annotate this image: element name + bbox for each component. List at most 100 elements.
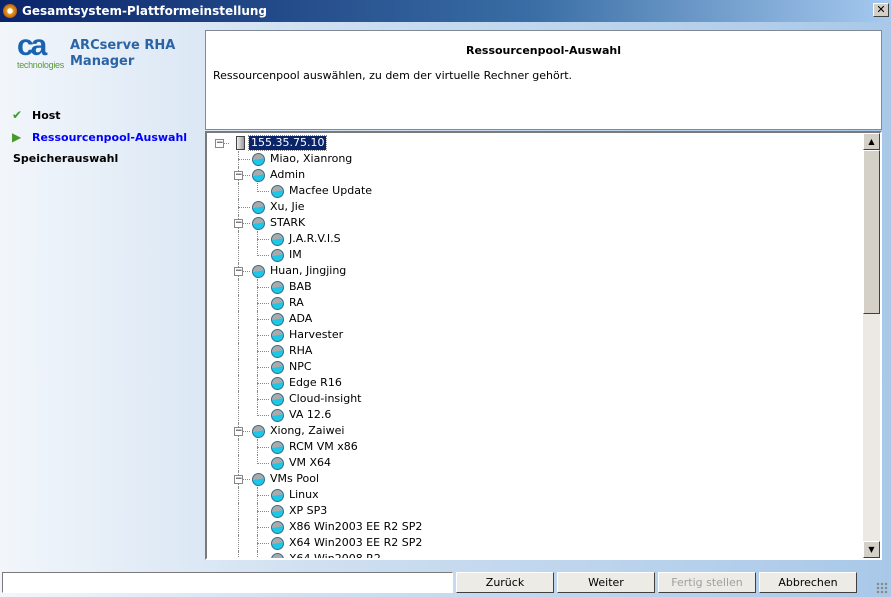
tree-item[interactable]: − Admin	[207, 167, 867, 183]
arrow-right-icon: ▶	[12, 130, 22, 144]
resource-pool-icon	[252, 473, 265, 486]
collapse-toggle[interactable]: −	[234, 171, 243, 180]
check-icon: ✔	[12, 108, 23, 122]
tree-item-label: Admin	[270, 168, 306, 181]
tree-line	[257, 255, 269, 256]
tree-item-label: X64 Win2008 R2	[289, 552, 381, 560]
resource-pool-icon	[271, 505, 284, 518]
title-bar: Gesamtsystem-Plattformeinstellung ✕	[0, 0, 891, 22]
tree-line	[257, 351, 269, 352]
tree-item-label: BAB	[289, 280, 312, 293]
scroll-thumb[interactable]	[863, 150, 880, 314]
tree-item[interactable]: RCM VM x86	[207, 439, 867, 455]
tree-item[interactable]: Cloud-insight	[207, 391, 867, 407]
tree-line	[257, 335, 269, 336]
tree-line	[238, 295, 239, 311]
tree-line	[257, 287, 269, 288]
tree-item[interactable]: VA 12.6	[207, 407, 867, 423]
next-button[interactable]: Weiter	[557, 572, 655, 593]
step-label: Ressourcenpool-Auswahl	[32, 130, 188, 144]
tree-item-label: ADA	[289, 312, 313, 325]
tree-item[interactable]: − Huan, Jingjing	[207, 263, 867, 279]
vertical-scrollbar[interactable]: ▲ ▼	[863, 133, 880, 558]
resource-pool-icon	[252, 217, 265, 230]
finish-button[interactable]: Fertig stellen	[658, 572, 756, 593]
tree-item[interactable]: X64 Win2008 R2	[207, 551, 867, 560]
tree-item-label: IM	[289, 248, 302, 261]
product-name: ARCserve RHA Manager	[70, 38, 175, 70]
tree-item-label: VA 12.6	[289, 408, 332, 421]
collapse-toggle[interactable]: −	[234, 475, 243, 484]
tree-item[interactable]: RA	[207, 295, 867, 311]
tree-item-label: Macfee Update	[289, 184, 373, 197]
tree-item[interactable]: Edge R16	[207, 375, 867, 391]
tree-item-label: VM X64	[289, 456, 332, 469]
scroll-down-button[interactable]: ▼	[863, 541, 880, 558]
tree-item[interactable]: − STARK	[207, 215, 867, 231]
resource-pool-icon	[271, 345, 284, 358]
tree-item-label: XP SP3	[289, 504, 328, 517]
tree-line	[238, 487, 239, 503]
resource-pool-icon	[271, 441, 284, 454]
cancel-button[interactable]: Abbrechen	[759, 572, 857, 593]
tree-line	[257, 511, 269, 512]
tree-item[interactable]: BAB	[207, 279, 867, 295]
resource-pool-icon	[252, 169, 265, 182]
step-label: Speicherauswahl	[13, 152, 119, 165]
app-icon	[3, 4, 17, 18]
tree-item[interactable]: XP SP3	[207, 503, 867, 519]
resource-pool-tree[interactable]: − 155.35.75.10 Miao, Xianrong − Admin Macfee …	[205, 131, 882, 560]
tree-line	[238, 439, 239, 455]
tree-item-label: RHA	[289, 344, 313, 357]
tree-item[interactable]: NPC	[207, 359, 867, 375]
collapse-toggle[interactable]: −	[215, 139, 224, 148]
tree-line	[238, 407, 239, 423]
tree-item-label: X64 Win2003 EE R2 SP2	[289, 536, 423, 549]
tree-item[interactable]: X86 Win2003 EE R2 SP2	[207, 519, 867, 535]
back-button[interactable]: Zurück	[456, 572, 554, 593]
tree-item[interactable]: − 155.35.75.10	[207, 135, 867, 151]
tree-item[interactable]: IM	[207, 247, 867, 263]
tree-line	[238, 231, 239, 247]
resource-pool-icon	[271, 281, 284, 294]
tree-line	[238, 279, 239, 295]
tree-item[interactable]: Xu, Jie	[207, 199, 867, 215]
tree-item[interactable]: RHA	[207, 343, 867, 359]
tree-item[interactable]: Macfee Update	[207, 183, 867, 199]
tree-line	[257, 239, 269, 240]
ca-logo: ca technologies	[17, 31, 64, 72]
resource-pool-icon	[252, 265, 265, 278]
close-button[interactable]: ✕	[873, 3, 889, 17]
tree-item[interactable]: Linux	[207, 487, 867, 503]
resize-grip[interactable]	[876, 582, 888, 594]
tree-item[interactable]: − VMs Pool	[207, 471, 867, 487]
tree-line	[257, 551, 258, 558]
tree-item-label: Xu, Jie	[270, 200, 305, 213]
logo-sub: technologies	[17, 60, 64, 70]
tree-line	[238, 551, 239, 558]
step-ressourcenpool: ▶ Ressourcenpool-Auswahl	[12, 130, 187, 144]
tree-line	[257, 447, 269, 448]
tree-item[interactable]: J.A.R.V.I.S	[207, 231, 867, 247]
tree-line	[238, 343, 239, 359]
tree-line	[257, 415, 269, 416]
resource-pool-icon	[271, 297, 284, 310]
tree-line	[238, 503, 239, 519]
tree-item-label: Edge R16	[289, 376, 342, 389]
collapse-toggle[interactable]: −	[234, 219, 243, 228]
tree-item[interactable]: Miao, Xianrong	[207, 151, 867, 167]
tree-item-label: Huan, Jingjing	[270, 264, 347, 277]
tree-item[interactable]: ADA	[207, 311, 867, 327]
collapse-toggle[interactable]: −	[234, 267, 243, 276]
tree-item[interactable]: − Xiong, Zaiwei	[207, 423, 867, 439]
tree-item[interactable]: Harvester	[207, 327, 867, 343]
resource-pool-icon	[271, 553, 284, 558]
collapse-toggle[interactable]: −	[234, 427, 243, 436]
tree-item-label: Miao, Xianrong	[270, 152, 353, 165]
tree-item[interactable]: VM X64	[207, 455, 867, 471]
tree-item[interactable]: X64 Win2003 EE R2 SP2	[207, 535, 867, 551]
resource-pool-icon	[271, 537, 284, 550]
scroll-up-button[interactable]: ▲	[863, 133, 880, 150]
tree-item-label: Xiong, Zaiwei	[270, 424, 345, 437]
tree-line	[238, 359, 239, 375]
